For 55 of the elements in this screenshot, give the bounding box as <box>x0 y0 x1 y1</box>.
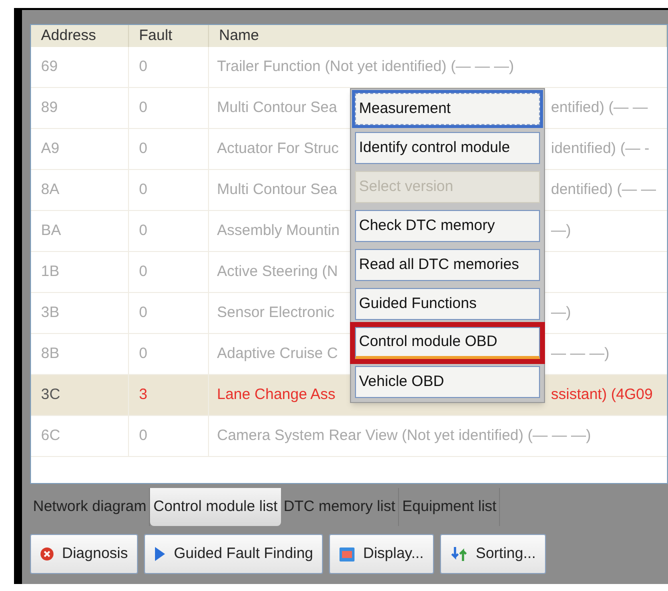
table-cell-text: Multi Contour Sea <box>217 98 338 118</box>
table-cell-text: Adaptive Cruise C <box>217 344 338 364</box>
table-cell-text: —) <box>551 302 571 323</box>
table-cell-text: ssistant) (4G09 <box>551 384 653 405</box>
table-cell-text: Sensor Electronic <box>217 302 335 323</box>
toolbar-button[interactable]: Sorting... <box>440 534 546 574</box>
table-cell-text: 1B <box>41 262 60 282</box>
table-cell-text: 0 <box>139 426 148 446</box>
table-cell-text: Multi Contour Sea <box>217 180 338 200</box>
column-header[interactable]: Fault <box>129 25 209 47</box>
table-cell-text: A9 <box>41 138 60 159</box>
table-cell-text: Active Steering (N <box>217 262 338 282</box>
table-cell-text: 0 <box>139 180 148 200</box>
table-cell-text: — — —) <box>551 344 610 364</box>
menu-item[interactable]: Measurement <box>355 93 540 125</box>
table-cell-text: entified) (— — <box>551 98 648 118</box>
toolbar-button[interactable]: Display... <box>329 534 434 574</box>
table-cell-text: 0 <box>139 56 148 77</box>
toolbar-button[interactable]: Guided Fault Finding <box>144 534 324 574</box>
menu-item[interactable]: Check DTC memory <box>355 210 540 242</box>
menu-item[interactable]: Vehicle OBD <box>355 366 540 398</box>
table-cell-text: 89 <box>41 98 58 118</box>
table-cell-text: 8A <box>41 180 60 200</box>
table-cell-text: 69 <box>41 56 58 77</box>
play-icon <box>154 546 166 562</box>
table-cell-text: Lane Change Ass <box>217 384 336 405</box>
table-cell-text: 0 <box>139 302 148 323</box>
table-cell-text: 6C <box>41 426 60 446</box>
tab[interactable]: Control module list <box>150 488 281 526</box>
menu-item[interactable]: Identify control module <box>355 132 540 164</box>
table-cell-text: 0 <box>139 138 148 159</box>
menu-item[interactable]: Guided Functions <box>355 288 540 320</box>
column-header[interactable]: Name <box>209 25 667 47</box>
table-cell-text: —) <box>551 220 571 241</box>
table-cell-text: 0 <box>139 344 148 364</box>
stop-icon <box>40 547 54 561</box>
table-cell-text: Trailer Function (Not yet identified) (— — —) <box>217 56 514 77</box>
table-cell-text: 0 <box>139 220 148 241</box>
table-cell-text: identified) (— - <box>551 138 650 159</box>
table-cell-text: 0 <box>139 262 148 282</box>
table-cell-text: Assembly Mountin <box>217 220 340 241</box>
table-cell-text: 0 <box>139 98 148 118</box>
table-cell-text: Actuator For Struc <box>217 138 339 159</box>
toolbar-button[interactable]: Diagnosis <box>30 534 138 574</box>
sort-icon <box>450 546 468 562</box>
table-cell-text: 8B <box>41 344 60 364</box>
table-cell-text: 3C <box>41 384 60 405</box>
column-header[interactable]: Address <box>31 25 129 47</box>
table-cell-text: 3 <box>139 384 148 405</box>
table-cell-text: dentified) (— — <box>551 180 656 200</box>
table-cell-text: BA <box>41 220 62 241</box>
table-cell-text: 3B <box>41 302 60 323</box>
table-cell-text: Camera System Rear View (Not yet identified) (— — —) <box>217 426 591 446</box>
window-icon <box>339 546 356 562</box>
menu-item[interactable]: Read all DTC memories <box>355 249 540 281</box>
